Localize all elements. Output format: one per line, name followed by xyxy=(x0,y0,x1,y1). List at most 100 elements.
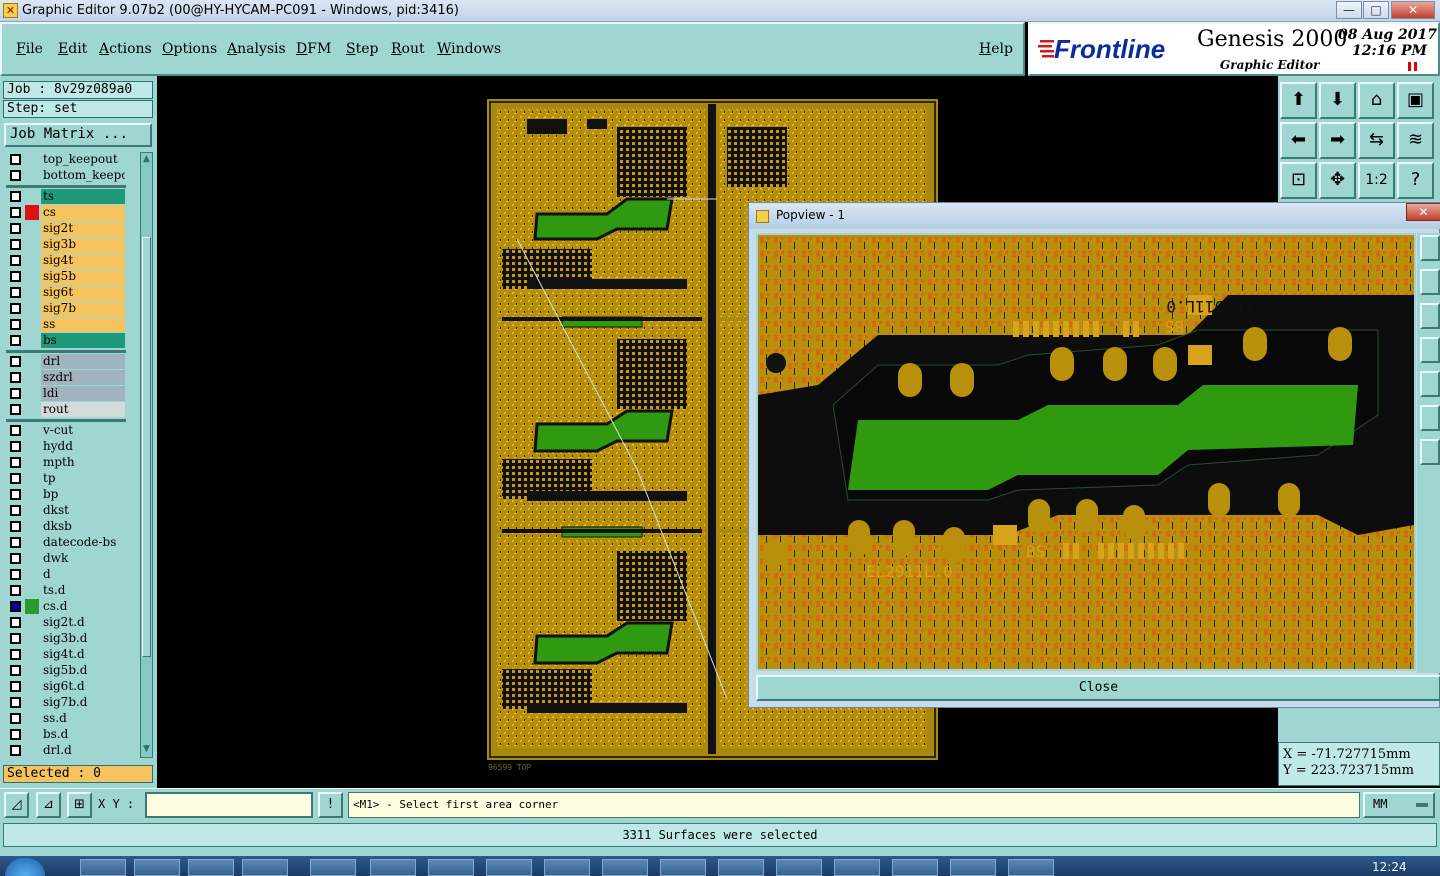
close-window-button[interactable]: ✕ xyxy=(1391,1,1435,19)
popview-tool-5-icon[interactable] xyxy=(1420,371,1440,397)
help-button[interactable]: ? xyxy=(1397,162,1434,199)
zoom-center-icon[interactable]: ✥ xyxy=(1319,162,1356,199)
layer-name[interactable]: ts.d xyxy=(41,583,125,598)
taskbar-app-6[interactable] xyxy=(370,859,416,876)
grid-icon[interactable]: ⊞ xyxy=(67,792,92,818)
layer-row[interactable]: hydd xyxy=(3,439,125,454)
layer-name[interactable]: bs.d xyxy=(41,727,125,742)
layer-name[interactable]: d xyxy=(41,567,125,582)
layer-checkbox[interactable] xyxy=(10,372,21,383)
home-icon[interactable]: ⌂ xyxy=(1358,82,1395,119)
popview-tool-4-icon[interactable] xyxy=(1420,337,1440,363)
layer-name[interactable]: sig6t xyxy=(41,285,125,300)
layer-checkbox[interactable] xyxy=(10,319,21,330)
layer-checkbox[interactable] xyxy=(10,473,21,484)
layer-row[interactable]: ss.d xyxy=(3,711,125,726)
layer-row[interactable]: bs.d xyxy=(3,727,125,742)
layer-name[interactable]: v-cut xyxy=(41,423,125,438)
layer-name[interactable]: drl xyxy=(41,354,125,369)
layer-row[interactable]: sig7b xyxy=(3,301,125,316)
mirror-icon[interactable]: ⇆ xyxy=(1358,122,1395,159)
taskbar-app-15[interactable] xyxy=(892,859,938,876)
layer-row[interactable]: sig6t.d xyxy=(3,679,125,694)
layer-name[interactable]: sig5b.d xyxy=(41,663,125,678)
layer-checkbox[interactable] xyxy=(10,441,21,452)
layer-name[interactable]: sig7b.d xyxy=(41,695,125,710)
popview-tool-2-icon[interactable] xyxy=(1420,269,1440,295)
layer-row[interactable]: dwk xyxy=(3,551,125,566)
taskbar-app-5[interactable] xyxy=(310,859,356,876)
taskbar-app-14[interactable] xyxy=(834,859,880,876)
layer-checkbox[interactable] xyxy=(10,170,21,181)
taskbar-app-13[interactable] xyxy=(776,859,822,876)
menu-analysis[interactable]: Analysis xyxy=(227,41,286,57)
layer-checkbox[interactable] xyxy=(10,303,21,314)
pan-right-icon[interactable]: ➡ xyxy=(1319,122,1356,159)
layer-name[interactable]: sig4t xyxy=(41,253,125,268)
layer-checkbox[interactable] xyxy=(10,713,21,724)
layer-row[interactable]: sig6t xyxy=(3,285,125,300)
layer-row[interactable]: sig3b.d xyxy=(3,631,125,646)
layer-name[interactable]: hydd xyxy=(41,439,125,454)
layer-row[interactable]: top_keepout xyxy=(3,152,125,167)
xy-input[interactable] xyxy=(145,792,313,818)
taskbar-app-16[interactable] xyxy=(950,859,996,876)
layer-checkbox[interactable] xyxy=(10,681,21,692)
layer-name[interactable]: rout xyxy=(41,402,125,417)
layer-checkbox[interactable] xyxy=(10,521,21,532)
layer-row[interactable]: dkst xyxy=(3,503,125,518)
layer-row[interactable]: szdrl xyxy=(3,370,125,385)
layer-name[interactable]: drl.d xyxy=(41,743,125,758)
taskbar-app-2[interactable] xyxy=(134,859,180,876)
layer-name[interactable]: ldi xyxy=(41,386,125,401)
menu-windows[interactable]: Windows xyxy=(437,41,501,57)
scroll-down-arrow-icon[interactable]: ▼ xyxy=(142,745,151,754)
layer-name[interactable]: sig3b.d xyxy=(41,631,125,646)
job-matrix-button[interactable]: Job Matrix ... xyxy=(4,123,152,147)
start-button[interactable] xyxy=(5,858,45,876)
layer-name[interactable]: bp xyxy=(41,487,125,502)
popview-close-button[interactable]: Close xyxy=(756,675,1440,701)
layer-name[interactable]: sig3b xyxy=(41,237,125,252)
menu-file[interactable]: File xyxy=(16,41,43,57)
snap-mode-icon[interactable]: ◿ xyxy=(4,792,29,818)
layer-name[interactable]: szdrl xyxy=(41,370,125,385)
layer-checkbox[interactable] xyxy=(10,335,21,346)
layer-checkbox[interactable] xyxy=(10,569,21,580)
popview-title-bar[interactable]: Popview - 1 ✕ xyxy=(749,203,1440,229)
zoom-fit-icon[interactable]: ⊡ xyxy=(1280,162,1317,199)
popview-tool-6-icon[interactable] xyxy=(1420,405,1440,431)
layer-row[interactable]: sig7b.d xyxy=(3,695,125,710)
maximize-button[interactable]: □ xyxy=(1363,1,1389,19)
layer-row[interactable]: ts xyxy=(3,189,125,204)
layer-name[interactable]: ss.d xyxy=(41,711,125,726)
layer-checkbox[interactable] xyxy=(10,255,21,266)
layer-row[interactable]: dksb xyxy=(3,519,125,534)
menu-options[interactable]: Options xyxy=(162,41,217,57)
scrollbar-thumb[interactable] xyxy=(142,237,151,657)
layer-row[interactable]: sig3b xyxy=(3,237,125,252)
layer-checkbox[interactable] xyxy=(10,191,21,202)
layer-name[interactable]: top_keepout xyxy=(41,152,125,167)
layer-name[interactable]: cs.d xyxy=(41,599,125,614)
measure-icon[interactable]: ⊿ xyxy=(36,792,61,818)
layer-checkbox[interactable] xyxy=(10,745,21,756)
pan-up-icon[interactable]: ⬆ xyxy=(1280,82,1317,119)
layer-checkbox[interactable] xyxy=(10,388,21,399)
layer-row[interactable]: tp xyxy=(3,471,125,486)
warning-button[interactable]: ! xyxy=(318,792,343,818)
layer-checkbox[interactable] xyxy=(10,425,21,436)
layer-row[interactable]: drl xyxy=(3,354,125,369)
layer-checkbox[interactable] xyxy=(10,697,21,708)
taskbar-app-9[interactable] xyxy=(544,859,590,876)
layer-checkbox[interactable] xyxy=(10,271,21,282)
scroll-up-arrow-icon[interactable]: ▲ xyxy=(142,155,151,164)
layer-row[interactable]: d xyxy=(3,567,125,582)
units-select[interactable]: MM xyxy=(1363,792,1435,818)
taskbar-app-3[interactable] xyxy=(188,859,234,876)
popview-tool-1-icon[interactable] xyxy=(1420,235,1440,261)
layer-row[interactable]: datecode-bs xyxy=(3,535,125,550)
layer-name[interactable]: sig2t xyxy=(41,221,125,236)
popview-tool-3-icon[interactable] xyxy=(1420,303,1440,329)
layer-name[interactable]: datecode-bs xyxy=(41,535,125,550)
